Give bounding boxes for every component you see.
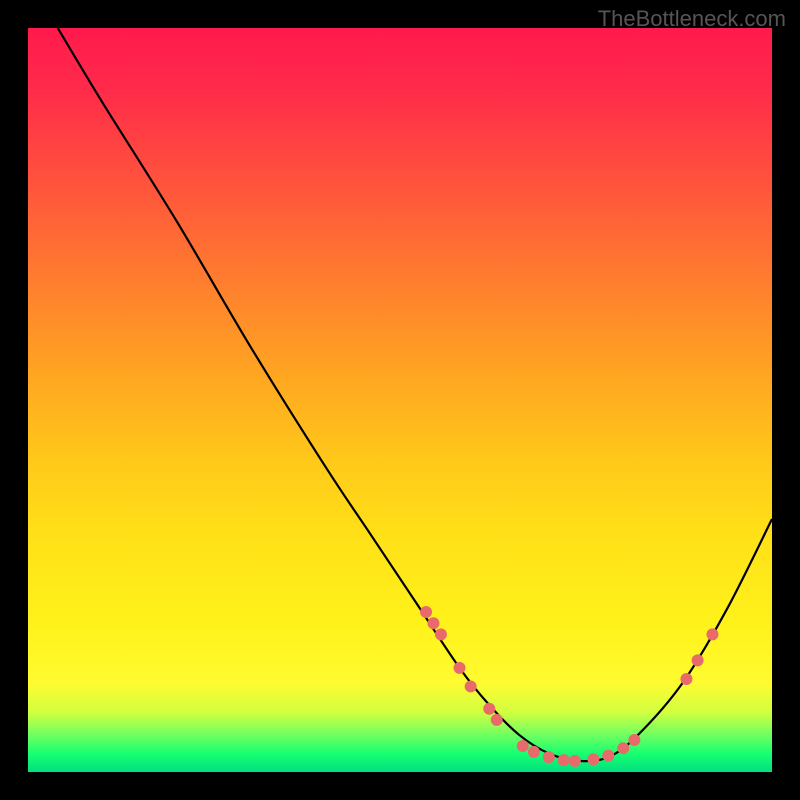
curve-marker — [558, 754, 570, 766]
curve-marker — [491, 714, 503, 726]
curve-marker — [706, 628, 718, 640]
watermark-text: TheBottleneck.com — [598, 6, 786, 32]
curve-marker — [528, 746, 540, 758]
curve-marker — [692, 654, 704, 666]
curve-marker — [465, 680, 477, 692]
curve-marker — [454, 662, 466, 674]
curve-marker — [517, 740, 529, 752]
curve-layer — [28, 28, 772, 772]
bottleneck-curve — [58, 28, 772, 761]
curve-marker — [543, 751, 555, 763]
curve-marker — [569, 755, 581, 767]
curve-marker — [602, 750, 614, 762]
curve-marker — [617, 742, 629, 754]
curve-marker — [628, 734, 640, 746]
curve-marker — [587, 753, 599, 765]
plot-area — [28, 28, 772, 772]
curve-marker — [680, 673, 692, 685]
curve-marker — [483, 703, 495, 715]
curve-markers — [420, 606, 718, 767]
curve-marker — [435, 628, 447, 640]
curve-marker — [427, 617, 439, 629]
curve-marker — [420, 606, 432, 618]
